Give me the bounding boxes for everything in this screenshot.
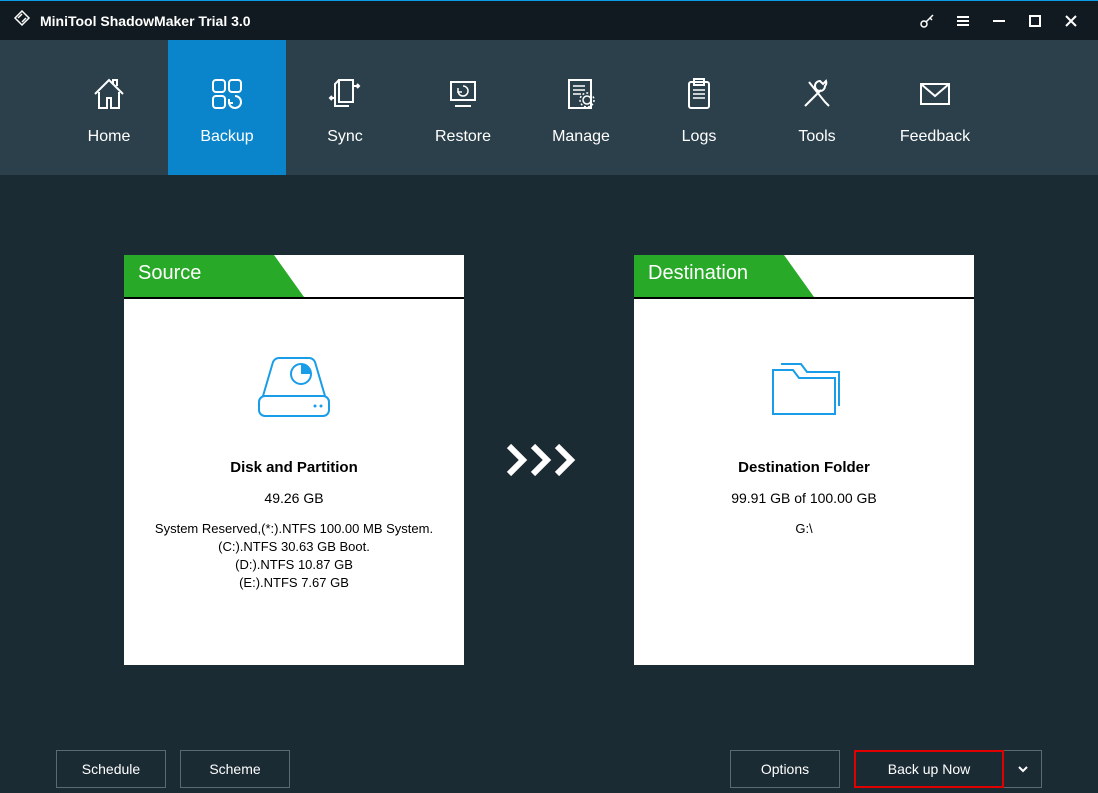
nav-logs[interactable]: Logs [640, 40, 758, 175]
arrows-icon [464, 440, 634, 480]
menu-icon[interactable] [948, 6, 978, 36]
scheme-button[interactable]: Scheme [180, 750, 290, 788]
nav-label: Sync [327, 128, 363, 146]
destination-header: Destination [634, 255, 974, 297]
sync-icon [323, 70, 367, 118]
nav-label: Feedback [900, 128, 970, 146]
disk-icon [124, 349, 464, 429]
source-size: 49.26 GB [124, 490, 464, 506]
footer: Schedule Scheme Options Back up Now [0, 745, 1098, 793]
source-card[interactable]: Source Disk and Partition 49.26 GB Syste… [124, 255, 464, 665]
nav-home[interactable]: Home [50, 40, 168, 175]
schedule-button[interactable]: Schedule [56, 750, 166, 788]
key-icon[interactable] [912, 6, 942, 36]
nav-backup[interactable]: Backup [168, 40, 286, 175]
feedback-icon [913, 70, 957, 118]
content-area: Source Disk and Partition 49.26 GB Syste… [0, 175, 1098, 745]
nav-label: Home [88, 128, 131, 146]
destination-path: G:\ [634, 520, 974, 538]
main-nav: Home Backup Sync Restore Manage [0, 40, 1098, 175]
chevron-down-icon [1017, 763, 1029, 775]
nav-sync[interactable]: Sync [286, 40, 404, 175]
nav-tools[interactable]: Tools [758, 40, 876, 175]
app-logo-icon [12, 8, 32, 33]
nav-label: Restore [435, 128, 491, 146]
nav-restore[interactable]: Restore [404, 40, 522, 175]
destination-card[interactable]: Destination Destination Folder 99.91 GB … [634, 255, 974, 665]
logs-icon [677, 70, 721, 118]
source-header-label: Source [138, 262, 201, 285]
source-details: System Reserved,(*:).NTFS 100.00 MB Syst… [124, 520, 464, 592]
home-icon [87, 70, 131, 118]
nav-feedback[interactable]: Feedback [876, 40, 994, 175]
backup-icon [205, 70, 249, 118]
destination-size: 99.91 GB of 100.00 GB [634, 490, 974, 506]
destination-title: Destination Folder [634, 459, 974, 476]
folder-icon [634, 349, 974, 429]
restore-icon [441, 70, 485, 118]
source-title: Disk and Partition [124, 459, 464, 476]
nav-manage[interactable]: Manage [522, 40, 640, 175]
nav-label: Logs [682, 128, 717, 146]
nav-label: Manage [552, 128, 610, 146]
title-bar: MiniTool ShadowMaker Trial 3.0 [0, 0, 1098, 40]
nav-label: Tools [798, 128, 835, 146]
close-icon[interactable] [1056, 6, 1086, 36]
app-title: MiniTool ShadowMaker Trial 3.0 [40, 13, 251, 29]
maximize-icon[interactable] [1020, 6, 1050, 36]
nav-label: Backup [200, 128, 253, 146]
tools-icon [795, 70, 839, 118]
source-header: Source [124, 255, 464, 297]
manage-icon [559, 70, 603, 118]
backup-now-button[interactable]: Back up Now [854, 750, 1004, 788]
minimize-icon[interactable] [984, 6, 1014, 36]
destination-header-label: Destination [648, 262, 748, 285]
backup-dropdown-button[interactable] [1004, 750, 1042, 788]
options-button[interactable]: Options [730, 750, 840, 788]
